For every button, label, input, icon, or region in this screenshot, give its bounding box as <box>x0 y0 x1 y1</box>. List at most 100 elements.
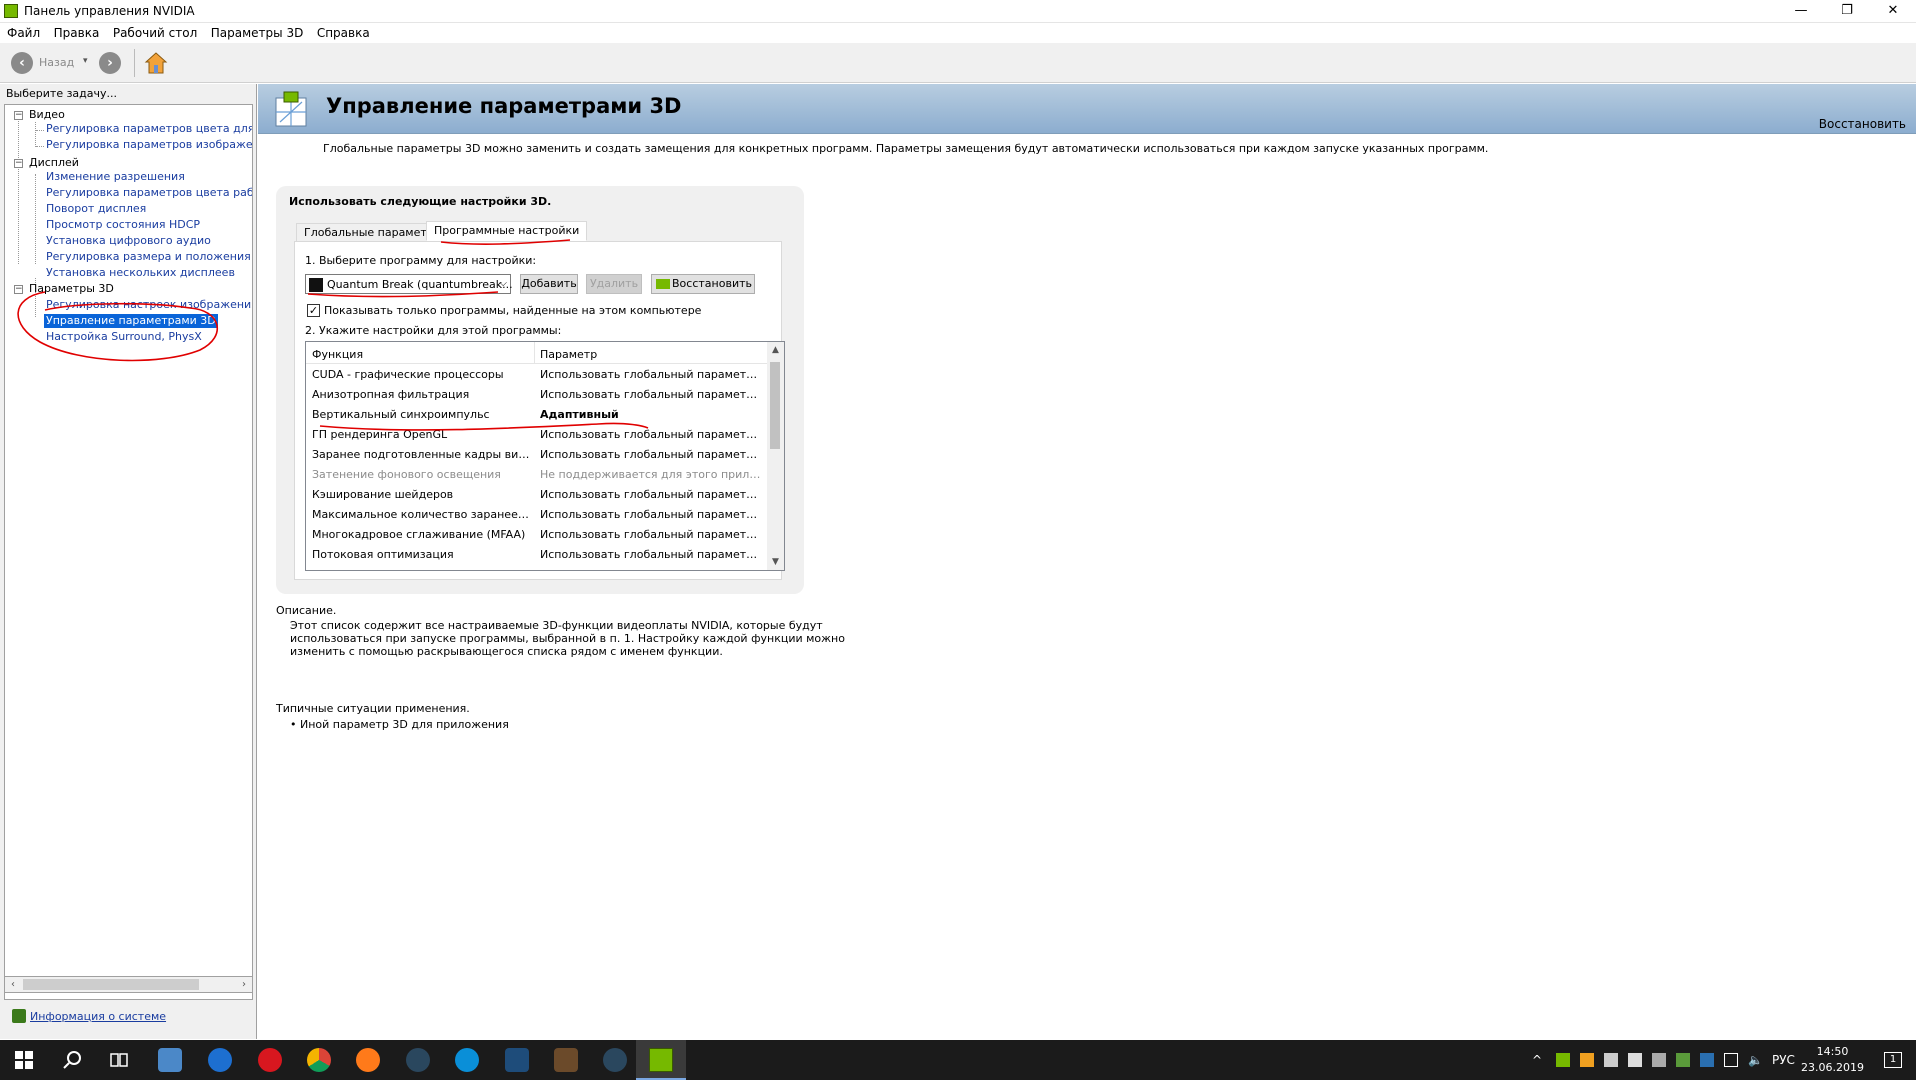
column-function[interactable]: Функция <box>312 348 363 361</box>
firefox-icon[interactable] <box>356 1048 380 1072</box>
tree-item-video-color[interactable]: Регулировка параметров цвета для вид <box>46 122 252 136</box>
row-setting[interactable]: Адаптивный <box>540 408 762 421</box>
table-row[interactable]: CUDA - графические процессоры Использоват… <box>306 364 768 384</box>
row-setting[interactable]: Использовать глобальный параметр (У... <box>540 388 762 401</box>
nvidia-icon <box>656 279 670 289</box>
steam-running-icon[interactable] <box>603 1048 627 1072</box>
tree-category-display[interactable]: Дисплей <box>29 156 79 170</box>
tree-category-video[interactable]: Видео <box>29 108 65 122</box>
column-setting[interactable]: Параметр <box>540 348 597 361</box>
menu-file[interactable]: Файл <box>7 23 40 43</box>
tray-steam-icon[interactable] <box>1700 1053 1714 1067</box>
tray-battery-icon[interactable] <box>1676 1053 1690 1067</box>
menu-edit[interactable]: Правка <box>54 23 100 43</box>
clock[interactable]: 14:50 23.06.2019 <box>1801 1044 1864 1076</box>
tree-item-video-image[interactable]: Регулировка параметров изображения д <box>46 138 252 152</box>
windows-start-icon[interactable] <box>12 1048 36 1072</box>
row-setting[interactable]: Использовать глобальный параметр (И... <box>540 508 762 521</box>
remove-program-button[interactable]: Удалить <box>586 274 642 294</box>
tray-security-icon[interactable] <box>1604 1053 1618 1067</box>
tray-app-icon[interactable] <box>1580 1053 1594 1067</box>
chrome-icon[interactable] <box>307 1048 331 1072</box>
scroll-thumb[interactable] <box>23 979 199 990</box>
collapse-display-icon[interactable]: − <box>14 159 23 168</box>
table-row[interactable]: Максимальное количество заранее под... Ис… <box>306 504 768 524</box>
collapse-video-icon[interactable]: − <box>14 111 23 120</box>
tree-item-rotate[interactable]: Поворот дисплея <box>46 202 146 216</box>
tree-category-3d[interactable]: Параметры 3D <box>29 282 114 296</box>
tree-item-desktop-color[interactable]: Регулировка параметров цвета рабочег <box>46 186 252 200</box>
table-row[interactable]: Кэширование шейдеров Использовать глобаль… <box>306 484 768 504</box>
game-icon[interactable] <box>554 1048 578 1072</box>
search-icon[interactable] <box>60 1048 84 1072</box>
tree-horizontal-scrollbar[interactable]: ‹ › <box>4 976 253 993</box>
back-label[interactable]: Назад <box>39 56 74 69</box>
minimize-button[interactable]: — <box>1778 0 1824 23</box>
notification-center-icon[interactable]: 1 <box>1884 1052 1902 1068</box>
home-icon[interactable] <box>144 51 168 75</box>
steam-icon[interactable] <box>406 1048 430 1072</box>
tab-program-settings[interactable]: Программные настройки <box>426 221 588 241</box>
row-setting[interactable]: Использовать глобальный параметр (В... <box>540 528 762 541</box>
tree-item-digital-audio[interactable]: Установка цифрового аудио <box>46 234 211 248</box>
add-program-button[interactable]: Добавить <box>520 274 578 294</box>
scroll-down-icon[interactable]: ▼ <box>767 554 784 570</box>
scroll-left-icon[interactable]: ‹ <box>5 977 21 992</box>
menu-3d-settings[interactable]: Параметры 3D <box>211 23 304 43</box>
tree-item-manage-3d[interactable]: Управление параметрами 3D <box>44 314 218 328</box>
step1-label: 1. Выберите программу для настройки: <box>305 254 537 267</box>
scroll-right-icon[interactable]: › <box>236 977 252 992</box>
row-setting[interactable]: Использовать глобальный параметр (А... <box>540 548 762 561</box>
game-launcher-icon[interactable] <box>505 1048 529 1072</box>
table-row[interactable]: Многокадровое сглаживание (MFAA) Использо… <box>306 524 768 544</box>
tray-plane-icon[interactable] <box>1652 1053 1666 1067</box>
table-row[interactable]: Вертикальный синхроимпульс Адаптивный <box>306 404 768 424</box>
tray-device-icon[interactable] <box>1628 1053 1642 1067</box>
explorer-icon[interactable] <box>158 1048 182 1072</box>
language-indicator[interactable]: РУС <box>1772 1053 1795 1067</box>
close-button[interactable]: ✕ <box>1870 0 1916 23</box>
task-panel: Выберите задачу... − Видео Регулировка п… <box>0 84 257 1039</box>
grid-scroll-thumb[interactable] <box>770 362 780 449</box>
menu-desktop[interactable]: Рабочий стол <box>113 23 197 43</box>
row-setting[interactable]: Использовать глобальный параметр (А... <box>540 428 762 441</box>
table-row[interactable]: Анизотропная фильтрация Использовать глоб… <box>306 384 768 404</box>
volume-icon[interactable]: 🔈 <box>1748 1053 1763 1067</box>
tree-item-surround-physx[interactable]: Настройка Surround, PhysX <box>46 330 202 344</box>
tree-item-resolution[interactable]: Изменение разрешения <box>46 170 185 184</box>
tree-item-desktop-size[interactable]: Регулировка размера и положения рабо <box>46 250 252 264</box>
tray-nvidia-icon[interactable] <box>1556 1053 1570 1067</box>
table-row[interactable]: Затенение фонового освещения Не поддержив… <box>306 464 768 484</box>
restore-defaults-link[interactable]: Восстановить <box>1819 117 1906 131</box>
table-row[interactable]: ГП рендеринга OpenGL Использовать глобаль… <box>306 424 768 444</box>
restore-program-button[interactable]: Восстановить <box>651 274 755 294</box>
tree-item-multiple-displays[interactable]: Установка нескольких дисплеев <box>46 266 235 280</box>
page-banner: Управление параметрами 3D Восстановить <box>258 84 1916 134</box>
edge-icon[interactable] <box>208 1048 232 1072</box>
uplay-icon[interactable] <box>455 1048 479 1072</box>
row-setting[interactable]: Использовать глобальный параметр (Все) <box>540 368 762 381</box>
system-info-link[interactable]: Информация о системе <box>30 1010 166 1023</box>
menu-help[interactable]: Справка <box>317 23 370 43</box>
table-row[interactable]: Потоковая оптимизация Использовать глобал… <box>306 544 768 564</box>
column-separator <box>534 342 535 364</box>
network-icon[interactable] <box>1724 1053 1738 1067</box>
row-setting[interactable]: Использовать глобальный параметр (В... <box>540 488 762 501</box>
forward-arrow-icon[interactable]: › <box>99 52 121 74</box>
tray-expand-icon[interactable]: ^ <box>1532 1053 1542 1067</box>
tree-item-hdcp[interactable]: Просмотр состояния HDCP <box>46 218 200 232</box>
nvidia-taskbar-button[interactable] <box>636 1040 686 1080</box>
tree-item-image-settings-preview[interactable]: Регулировка настроек изображения с пр <box>46 298 252 312</box>
back-arrow-icon[interactable]: ‹ <box>11 52 33 74</box>
maximize-button[interactable]: ❐ <box>1824 0 1870 23</box>
row-setting[interactable]: Использовать глобальный параметр (1) <box>540 448 762 461</box>
program-select[interactable]: Quantum Break (quantumbreak... ⌵ <box>305 274 513 294</box>
table-row[interactable]: Заранее подготовленные кадры вирту... Исп… <box>306 444 768 464</box>
grid-vertical-scrollbar[interactable]: ▲ ▼ <box>767 342 784 570</box>
opera-icon[interactable] <box>258 1048 282 1072</box>
scroll-up-icon[interactable]: ▲ <box>767 342 784 358</box>
task-view-icon[interactable] <box>107 1048 131 1072</box>
collapse-3d-icon[interactable]: − <box>14 285 23 294</box>
show-only-checkbox[interactable]: ✓ <box>307 304 320 317</box>
history-dropdown-icon[interactable]: ▾ <box>83 56 88 66</box>
